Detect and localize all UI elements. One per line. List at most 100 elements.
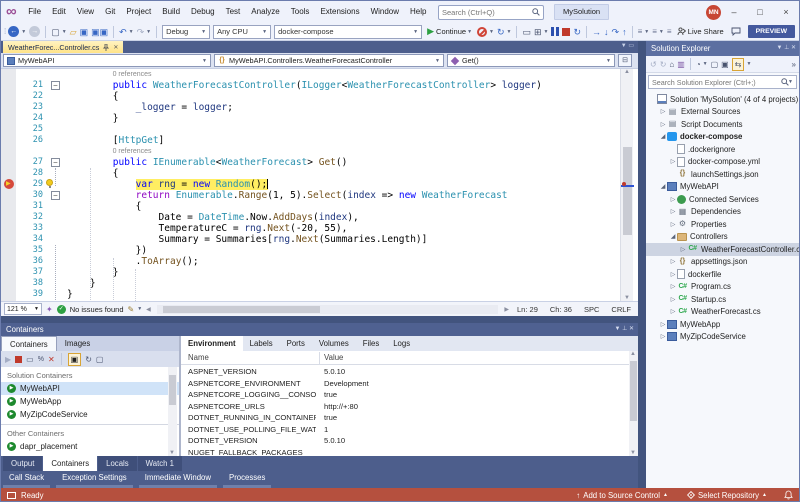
tree-item-dependencies[interactable]: ▷▦Dependencies — [646, 206, 799, 219]
bottom-tab-output[interactable]: Output — [3, 456, 42, 471]
pending-changes-filter-icon[interactable]: ◔ — [696, 60, 701, 69]
menu-analyze[interactable]: Analyze — [246, 1, 285, 23]
bottom-tab-exception-settings[interactable]: Exception Settings — [56, 472, 133, 488]
collapsed-arrow-icon[interactable]: ▷ — [679, 246, 687, 253]
new-project-icon[interactable]: ▢ — [51, 24, 60, 40]
forward-icon[interactable]: ↻ — [660, 60, 667, 69]
step-over-icon[interactable]: ↷ — [612, 24, 620, 40]
solution-platform-dropdown[interactable]: Any CPU▼ — [213, 25, 271, 39]
menu-file[interactable]: File — [23, 1, 47, 23]
remove-container-icon[interactable]: ✕ — [48, 355, 55, 364]
solution-configuration-dropdown[interactable]: Debug▼ — [162, 25, 210, 39]
pin-icon[interactable] — [103, 44, 109, 51]
containers-list-scrollbar[interactable]: ▼ — [168, 367, 177, 456]
document-tab[interactable]: WeatherForec...Controller.cs ✕ — [3, 41, 123, 53]
redo-icon[interactable]: ↷ — [137, 24, 145, 40]
collapsed-arrow-icon[interactable]: ▷ — [669, 258, 677, 265]
collapsed-arrow-icon[interactable]: ▷ — [659, 121, 667, 128]
expanded-arrow-icon[interactable]: ◢ — [659, 133, 667, 140]
startup-project-dropdown[interactable]: docker-compose▼ — [274, 25, 422, 39]
collapsed-arrow-icon[interactable]: ▷ — [669, 221, 677, 228]
pin-icon[interactable]: ⊥ — [784, 45, 789, 51]
watch-window-icon[interactable]: ≡ — [652, 27, 657, 36]
attach-icon[interactable]: % — [38, 356, 44, 363]
step-out-icon[interactable]: ↑ — [622, 24, 627, 40]
zoom-dropdown[interactable]: 121 %▼ — [4, 303, 42, 315]
solution-badge[interactable]: MySolution — [554, 4, 609, 20]
fold-collapse-icon[interactable]: – — [51, 158, 60, 167]
tree-item-dockerfile[interactable]: ▷dockerfile — [646, 268, 799, 281]
add-to-source-control-button[interactable]: ↑ Add to Source Control ▲ — [576, 491, 668, 500]
fold-collapse-icon[interactable]: – — [51, 191, 60, 200]
menu-build[interactable]: Build — [157, 1, 186, 23]
env-row[interactable]: ASPNETCORE_URLShttp://+:80 — [181, 401, 621, 413]
show-stopped-containers-icon[interactable]: ▣ — [68, 353, 82, 366]
home-icon[interactable]: ⌂ — [669, 60, 674, 69]
menu-tools[interactable]: Tools — [285, 1, 315, 23]
browser-link-icon[interactable]: ▭ — [522, 24, 531, 40]
tree-item-script-documents[interactable]: ▷▤Script Documents — [646, 118, 799, 131]
pin-icon[interactable]: ⊥ — [622, 326, 627, 332]
container-item-dapr_placement[interactable]: ▶dapr_placement — [1, 440, 179, 453]
collapsed-arrow-icon[interactable]: ▷ — [669, 196, 677, 203]
collapsed-arrow-icon[interactable]: ▷ — [659, 333, 667, 340]
stop-debugging-icon[interactable] — [562, 28, 570, 36]
save-icon[interactable]: ▣ — [80, 24, 89, 40]
restart-icon[interactable]: ↻ — [497, 24, 505, 40]
solution-explorer-search[interactable]: Search Solution Explorer (Ctrl+;) ▼ — [648, 75, 797, 89]
env-table-scrollbar[interactable]: ▲ ▼ — [629, 351, 638, 456]
env-row[interactable]: NUGET_FALLBACK_PACKAGES — [181, 447, 621, 457]
overflow-icon[interactable]: » — [792, 60, 796, 69]
immediate-window-icon[interactable]: ≡ — [667, 27, 672, 36]
save-all-icon[interactable]: ▣▣ — [91, 24, 108, 40]
bottom-tab-locals[interactable]: Locals — [98, 456, 137, 471]
detail-tab-environment[interactable]: Environment — [181, 336, 243, 351]
container-item-mywebapi[interactable]: ▶MyWebAPI — [1, 382, 179, 395]
toolbar-grip[interactable]: ⁞ — [4, 27, 5, 36]
horizontal-splitter[interactable] — [1, 316, 638, 323]
start-container-icon[interactable]: ▶ — [5, 355, 11, 364]
scroll-up-icon[interactable]: ▲ — [624, 69, 630, 75]
tree-item-mywebapp[interactable]: ▷MyWebApp — [646, 318, 799, 331]
minimize-button[interactable]: – — [721, 1, 747, 23]
detail-tab-volumes[interactable]: Volumes — [312, 336, 356, 351]
tree-item-launchsettings-json[interactable]: {}launchSettings.json — [646, 168, 799, 181]
detail-tab-ports[interactable]: Ports — [280, 336, 312, 351]
bottom-tab-watch-1[interactable]: Watch 1 — [138, 456, 182, 471]
collapsed-arrow-icon[interactable]: ▷ — [659, 321, 667, 328]
code-cleanup-icon[interactable]: ✎ — [128, 305, 135, 314]
tree-item-mywebapi[interactable]: ◢MyWebAPI — [646, 181, 799, 194]
bottom-tab-containers[interactable]: Containers — [43, 456, 97, 471]
navigate-back-dropdown[interactable]: ▼ — [21, 29, 26, 35]
prune-icon[interactable]: ▢ — [96, 355, 104, 364]
menu-extensions[interactable]: Extensions — [315, 1, 365, 23]
back-icon[interactable]: ↺ — [650, 60, 657, 69]
feedback-icon[interactable] — [731, 27, 741, 36]
account-avatar[interactable]: MN — [706, 5, 721, 20]
tree-item-program-cs[interactable]: ▷C#Program.cs — [646, 281, 799, 294]
window-position-icon[interactable]: ▼ — [776, 45, 782, 51]
column-indicator[interactable]: Ch: 36 — [546, 305, 576, 314]
collapsed-arrow-icon[interactable]: ▷ — [669, 158, 677, 165]
show-next-statement-icon[interactable]: → — [592, 24, 601, 40]
env-row[interactable]: DOTNET_VERSION5.0.10 — [181, 435, 621, 447]
tree-item-myzipcodeservice[interactable]: ▷MyZipCodeService — [646, 331, 799, 344]
containers-panel-title[interactable]: Containers ▼ ⊥ ✕ — [1, 323, 638, 336]
refresh-icon[interactable]: ↻ — [85, 355, 92, 364]
issues-label[interactable]: No issues found — [70, 305, 124, 314]
env-row[interactable]: DOTNET_USE_POLLING_FILE_WATCHER1 — [181, 424, 621, 436]
menu-help[interactable]: Help — [405, 1, 432, 23]
collapsed-arrow-icon[interactable]: ▷ — [669, 308, 677, 315]
editor-vertical-scrollbar[interactable]: ▲ ▼ — [620, 69, 633, 301]
tree-item-weatherforecast-cs[interactable]: ▷C#WeatherForecast.cs — [646, 306, 799, 319]
menu-project[interactable]: Project — [121, 1, 157, 23]
close-icon[interactable]: ✕ — [629, 326, 634, 332]
health-indicator-icon[interactable]: ✓ — [57, 305, 66, 314]
tab-close-icon[interactable]: ✕ — [113, 44, 118, 51]
tree-item-docker-compose-yml[interactable]: ▷docker-compose.yml — [646, 156, 799, 169]
collapsed-arrow-icon[interactable]: ▷ — [669, 296, 677, 303]
editor-horizontal-scrollbar[interactable] — [157, 305, 499, 314]
tree-item--dockerignore[interactable]: .dockerignore — [646, 143, 799, 156]
show-all-files-icon[interactable]: ▣ — [721, 60, 729, 69]
stop-all-icon[interactable] — [477, 27, 487, 37]
